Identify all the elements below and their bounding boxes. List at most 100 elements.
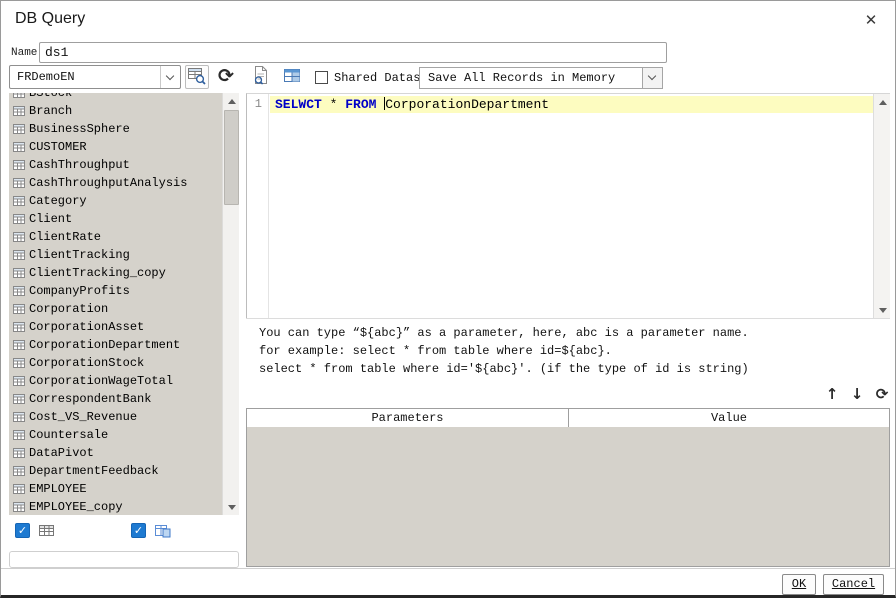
help-line: for example: select * from table where i… xyxy=(259,344,612,358)
close-icon[interactable]: ✕ xyxy=(857,8,885,32)
table-icon xyxy=(13,393,25,405)
table-list-item[interactable]: Countersale xyxy=(9,426,222,444)
parameter-help: You can type “${abc}” as a parameter, he… xyxy=(246,318,890,380)
cancel-button[interactable]: Cancel xyxy=(823,574,884,595)
table-list-item[interactable]: CorporationWageTotal xyxy=(9,372,222,390)
table-list-item[interactable]: CashThroughput xyxy=(9,156,222,174)
table-name: EMPLOYEE xyxy=(29,482,87,496)
database-dropdown-arrow[interactable] xyxy=(160,66,180,88)
sql-editor[interactable]: 1 SELWCT * FROM CorporationDepartment xyxy=(246,93,890,318)
sql-text: * xyxy=(321,97,346,112)
table-name: CorporationDepartment xyxy=(29,338,181,352)
sql-code-line: SELWCT * FROM CorporationDepartment xyxy=(275,97,549,112)
column-header-value: Value xyxy=(568,409,889,427)
table-list-item[interactable]: CashThroughputAnalysis xyxy=(9,174,222,192)
table-icon xyxy=(13,501,25,513)
refresh-parameters-button[interactable]: ⟳ xyxy=(871,383,893,405)
table-list-hscrollbar[interactable] xyxy=(9,551,239,568)
table-icon xyxy=(13,141,25,153)
table-list-item[interactable]: ClientTracking xyxy=(9,246,222,264)
table-icon xyxy=(13,303,25,315)
table-name: Corporation xyxy=(29,302,109,316)
table-list-item[interactable]: CorporationAsset xyxy=(9,318,222,336)
table-name: ClientRate xyxy=(29,230,102,244)
table-list-item[interactable]: Category xyxy=(9,192,222,210)
table-name: Category xyxy=(29,194,87,208)
table-list-item[interactable]: DepartmentFeedback xyxy=(9,462,222,480)
table-icon xyxy=(13,93,25,99)
name-input[interactable] xyxy=(39,42,667,63)
table-list-item[interactable]: CompanyProfits xyxy=(9,282,222,300)
table-icon xyxy=(13,177,25,189)
page-magnifier-icon xyxy=(251,66,271,89)
table-icon xyxy=(13,159,25,171)
table-name: CorrespondentBank xyxy=(29,392,152,406)
table-search-button[interactable] xyxy=(185,65,209,89)
table-list-item[interactable]: CorporationStock xyxy=(9,354,222,372)
dataset-grid-button[interactable] xyxy=(281,67,303,89)
table-icon xyxy=(13,465,25,477)
table-list-item[interactable]: EMPLOYEE xyxy=(9,480,222,498)
blue-table-icon xyxy=(283,69,301,89)
table-name: ClientTracking xyxy=(29,248,130,262)
preview-sql-button[interactable] xyxy=(249,65,273,89)
table-name: Branch xyxy=(29,104,73,118)
table-name: CorporationAsset xyxy=(29,320,145,334)
move-up-button[interactable]: ↑ xyxy=(821,383,843,405)
scroll-down-icon[interactable] xyxy=(874,302,891,318)
table-icon xyxy=(13,411,25,423)
storage-mode-dropdown[interactable]: Save All Records in Memory xyxy=(419,67,663,89)
table-icon xyxy=(13,339,25,351)
show-views-checkbox[interactable]: ✓ xyxy=(131,523,146,538)
sql-table-name: CorporationDepartment xyxy=(385,97,550,112)
scroll-up-icon[interactable] xyxy=(874,94,891,110)
chevron-down-icon xyxy=(165,71,175,81)
ok-button[interactable]: OK xyxy=(782,574,816,595)
database-dropdown[interactable]: FRDemoEN xyxy=(9,65,181,89)
table-list-item[interactable]: Cost_VS_Revenue xyxy=(9,408,222,426)
db-query-dialog: DB Query ✕ Name: FRDemoEN ⟳ BStockBranch… xyxy=(0,0,896,598)
editor-scrollbar[interactable] xyxy=(873,94,890,318)
table-icon xyxy=(13,213,25,225)
column-header-parameters: Parameters xyxy=(371,411,444,425)
table-list-item[interactable]: BStock xyxy=(9,93,222,102)
table-name: Countersale xyxy=(29,428,109,442)
table-icon xyxy=(13,429,25,441)
table-name: CUSTOMER xyxy=(29,140,87,154)
table-list-item[interactable]: ClientRate xyxy=(9,228,222,246)
table-list-item[interactable]: BusinessSphere xyxy=(9,120,222,138)
table-list-item[interactable]: EMPLOYEE_copy xyxy=(9,498,222,515)
table-icon xyxy=(13,249,25,261)
table-list-item[interactable]: CorporationDepartment xyxy=(9,336,222,354)
show-tables-checkbox[interactable]: ✓ xyxy=(15,523,30,538)
move-down-button[interactable]: ↓ xyxy=(846,383,868,405)
table-name: DepartmentFeedback xyxy=(29,464,159,478)
title-bar[interactable]: DB Query ✕ xyxy=(1,1,895,39)
line-number-gutter: 1 xyxy=(247,94,269,318)
table-list-item[interactable]: DataPivot xyxy=(9,444,222,462)
table-icon xyxy=(13,105,25,117)
table-list-item[interactable]: ClientTracking_copy xyxy=(9,264,222,282)
table-list-item[interactable]: Client xyxy=(9,210,222,228)
table-list-item[interactable]: Branch xyxy=(9,102,222,120)
shared-dataset-checkbox[interactable] xyxy=(315,71,328,84)
sql-keyword: FROM xyxy=(345,97,377,112)
refresh-tables-button[interactable]: ⟳ xyxy=(213,63,239,89)
table-name: CompanyProfits xyxy=(29,284,130,298)
table-list-item[interactable]: Corporation xyxy=(9,300,222,318)
table-list-scrollbar[interactable] xyxy=(222,93,239,515)
storage-dropdown-arrow[interactable] xyxy=(642,68,662,88)
parameters-table-body[interactable] xyxy=(246,427,890,567)
table-list-item[interactable]: CUSTOMER xyxy=(9,138,222,156)
scroll-up-icon[interactable] xyxy=(223,93,239,109)
scroll-down-icon[interactable] xyxy=(223,499,239,515)
help-line: select * from table where id='${abc}'. (… xyxy=(259,362,749,376)
database-dropdown-value: FRDemoEN xyxy=(17,70,75,84)
views-icon xyxy=(155,523,171,539)
help-line: You can type “${abc}” as a parameter, he… xyxy=(259,326,749,340)
table-name: CashThroughputAnalysis xyxy=(29,176,188,190)
table-icon xyxy=(13,195,25,207)
table-list-item[interactable]: CorrespondentBank xyxy=(9,390,222,408)
scrollbar-thumb[interactable] xyxy=(224,110,239,205)
